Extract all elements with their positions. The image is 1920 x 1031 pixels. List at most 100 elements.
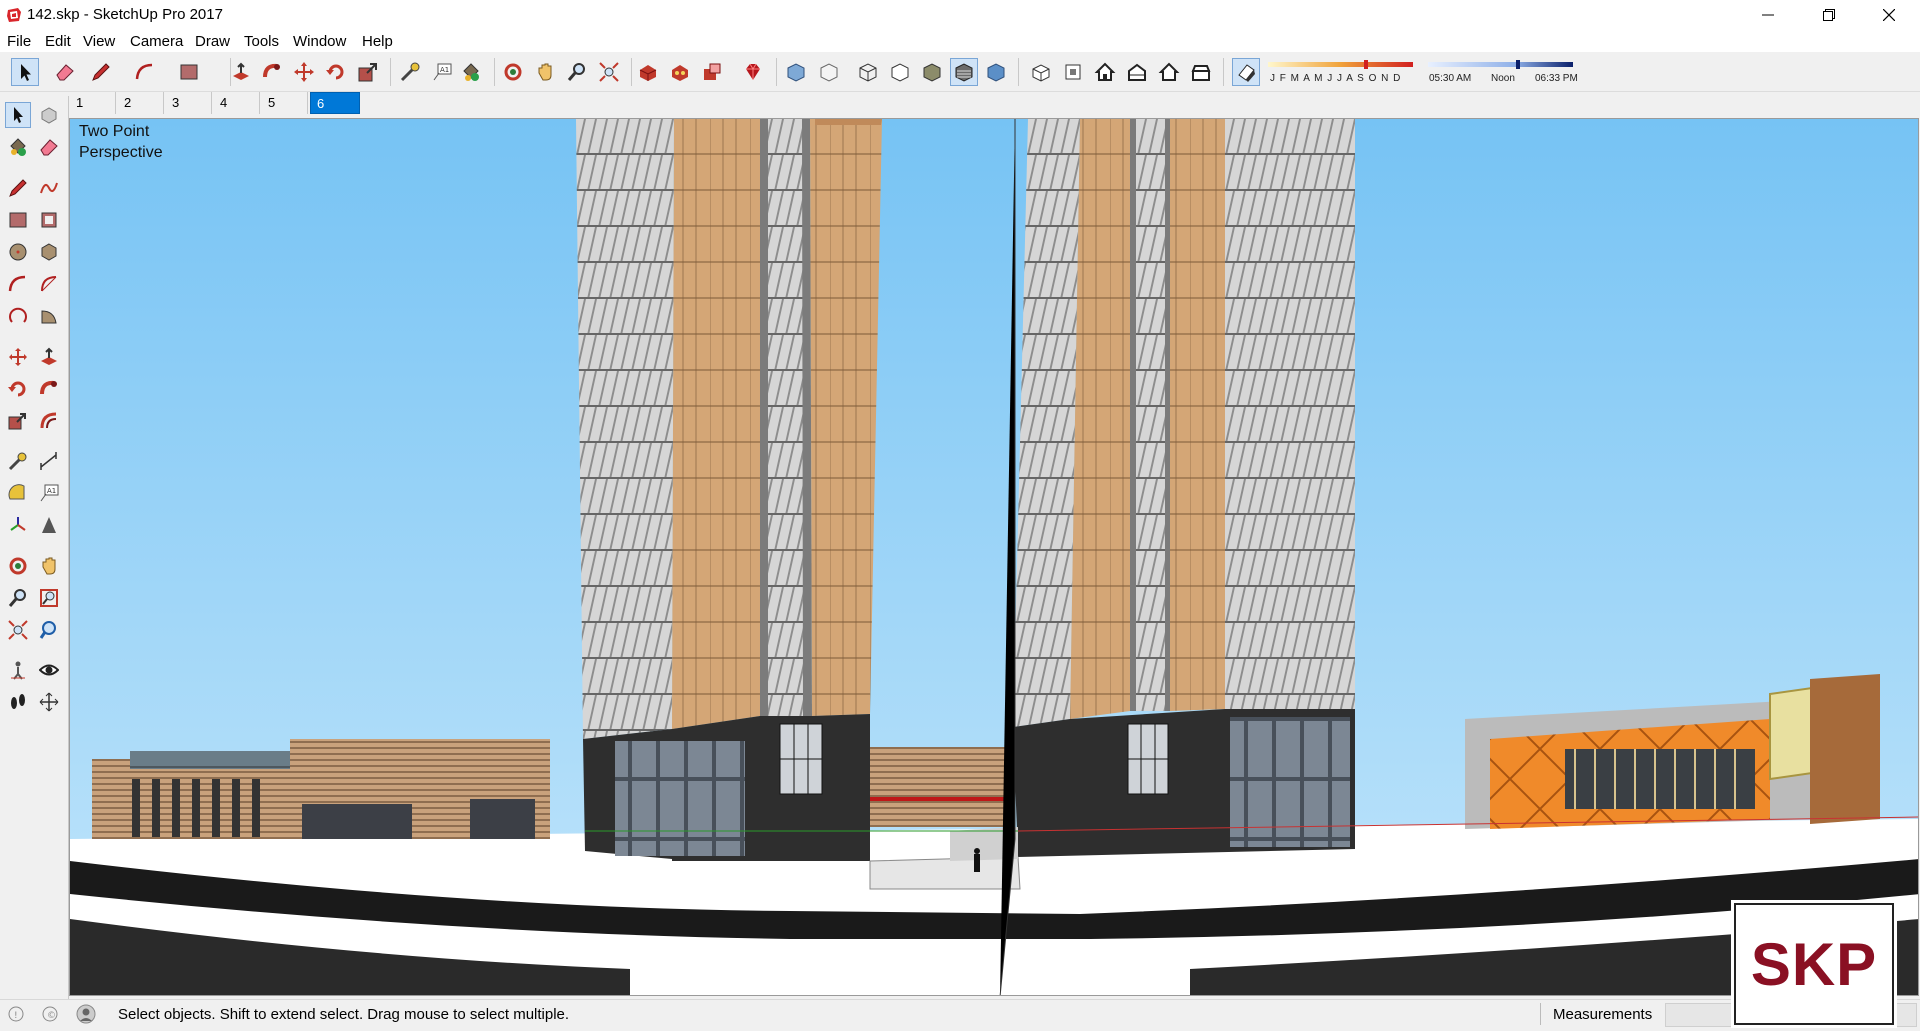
scene-tab-5[interactable]: 5: [262, 92, 308, 114]
palette-section-plane-button[interactable]: [36, 689, 62, 715]
palette-move-button[interactable]: [5, 344, 31, 370]
palette-zoom-button[interactable]: [5, 585, 31, 611]
select-tool-button[interactable]: [11, 58, 39, 86]
scene-tab-1[interactable]: 1: [70, 92, 116, 114]
palette-previous-view-button[interactable]: [36, 617, 62, 643]
push-pull-tool-button[interactable]: [227, 58, 255, 86]
eraser-icon: [40, 139, 58, 156]
palette-select-button[interactable]: [5, 102, 31, 128]
shaded-button[interactable]: [918, 58, 946, 86]
iso-view-button[interactable]: [1027, 58, 1055, 86]
front-view-button[interactable]: [1091, 58, 1119, 86]
push-pull-icon: [41, 347, 57, 365]
user-account-icon[interactable]: [76, 1004, 96, 1024]
scene-tab-4[interactable]: 4: [214, 92, 260, 114]
menu-window[interactable]: Window: [293, 33, 346, 50]
zoom-extents-icon: [599, 62, 619, 82]
wireframe-button[interactable]: [854, 58, 882, 86]
menu-edit[interactable]: Edit: [45, 33, 71, 50]
palette-dimension-button[interactable]: [36, 448, 62, 474]
paint-bucket-tool-button[interactable]: [457, 58, 485, 86]
palette-pie-button[interactable]: [36, 303, 62, 329]
rectangle-tool-button[interactable]: [175, 58, 203, 86]
palette-3d-text-button[interactable]: [36, 512, 62, 538]
orbit-tool-button[interactable]: [499, 58, 527, 86]
scene-tab-2[interactable]: 2: [118, 92, 164, 114]
palette-zoom-window-button[interactable]: [36, 585, 62, 611]
close-button[interactable]: [1866, 0, 1912, 30]
palette-axes-button[interactable]: [5, 512, 31, 538]
text-tool-button[interactable]: A1: [428, 58, 456, 86]
palette-freehand-button[interactable]: [36, 175, 62, 201]
palette-tape-measure-button[interactable]: [5, 448, 31, 474]
three-point-arc-icon: [9, 307, 27, 323]
palette-rectangle-button[interactable]: [5, 207, 31, 233]
menu-file[interactable]: File: [7, 33, 31, 50]
pencil-tool-button[interactable]: [87, 58, 115, 86]
move-icon: [294, 62, 314, 82]
palette-pan-button[interactable]: [36, 553, 62, 579]
shaded-textures-button[interactable]: [950, 58, 978, 86]
menu-tools[interactable]: Tools: [244, 33, 279, 50]
shadows-toggle-button[interactable]: [1232, 58, 1260, 86]
palette-polygon-button[interactable]: [36, 239, 62, 265]
hidden-line-button[interactable]: [886, 58, 914, 86]
scale-tool-button[interactable]: [354, 58, 382, 86]
palette-component-button[interactable]: [36, 102, 62, 128]
arc-tool-button[interactable]: [131, 58, 159, 86]
monochrome-button[interactable]: [982, 58, 1010, 86]
palette-paint-bucket-button[interactable]: [5, 134, 31, 160]
palette-text-button[interactable]: A1: [36, 480, 62, 506]
palette-two-point-arc-button[interactable]: [36, 271, 62, 297]
palette-offset-button[interactable]: [36, 408, 62, 434]
palette-orbit-button[interactable]: [5, 553, 31, 579]
select-icon: [14, 107, 23, 123]
menu-camera[interactable]: Camera: [130, 33, 183, 50]
right-view-button[interactable]: [1123, 58, 1151, 86]
back-edges-button[interactable]: [815, 58, 843, 86]
sketchup-app-icon[interactable]: [6, 7, 22, 23]
ruby-console-button[interactable]: [739, 58, 767, 86]
palette-push-pull-button[interactable]: [36, 344, 62, 370]
pan-tool-button[interactable]: [531, 58, 559, 86]
palette-zoom-extents-button[interactable]: [5, 617, 31, 643]
scene-tab-6[interactable]: 6: [310, 92, 360, 114]
follow-me-tool-button[interactable]: [258, 58, 286, 86]
zoom-tool-button[interactable]: [563, 58, 591, 86]
palette-circle-button[interactable]: [5, 239, 31, 265]
left-view-button[interactable]: [1187, 58, 1215, 86]
model-viewport[interactable]: [69, 118, 1919, 996]
share-model-button[interactable]: [698, 58, 726, 86]
palette-line-button[interactable]: [5, 175, 31, 201]
palette-eraser-button[interactable]: [36, 134, 62, 160]
scene-tab-3[interactable]: 3: [166, 92, 212, 114]
top-view-button[interactable]: [1059, 58, 1087, 86]
palette-rotate-button[interactable]: [5, 376, 31, 402]
ruby-icon: [746, 63, 760, 80]
back-view-button[interactable]: [1155, 58, 1183, 86]
minimize-button[interactable]: [1745, 0, 1791, 30]
xray-button[interactable]: [782, 58, 810, 86]
eraser-tool-button[interactable]: [51, 58, 79, 86]
palette-protractor-button[interactable]: [5, 480, 31, 506]
zoom-extents-tool-button[interactable]: [595, 58, 623, 86]
restore-button[interactable]: [1806, 0, 1852, 30]
tape-measure-tool-button[interactable]: [396, 58, 424, 86]
move-tool-button[interactable]: [290, 58, 318, 86]
palette-three-point-arc-button[interactable]: [5, 303, 31, 329]
menu-draw[interactable]: Draw: [195, 33, 230, 50]
palette-walk-button[interactable]: [5, 689, 31, 715]
rotate-tool-button[interactable]: [322, 58, 350, 86]
geo-location-icon[interactable]: !: [8, 1006, 24, 1022]
menu-help[interactable]: Help: [362, 33, 393, 50]
palette-position-camera-button[interactable]: [5, 657, 31, 683]
palette-follow-me-button[interactable]: [36, 376, 62, 402]
palette-scale-button[interactable]: [5, 408, 31, 434]
palette-rotated-rectangle-button[interactable]: [36, 207, 62, 233]
credits-icon[interactable]: ©: [42, 1006, 58, 1022]
palette-arc-button[interactable]: [5, 271, 31, 297]
menu-view[interactable]: View: [83, 33, 115, 50]
3d-warehouse-button[interactable]: [634, 58, 662, 86]
palette-look-around-button[interactable]: [36, 657, 62, 683]
extension-warehouse-button[interactable]: [666, 58, 694, 86]
